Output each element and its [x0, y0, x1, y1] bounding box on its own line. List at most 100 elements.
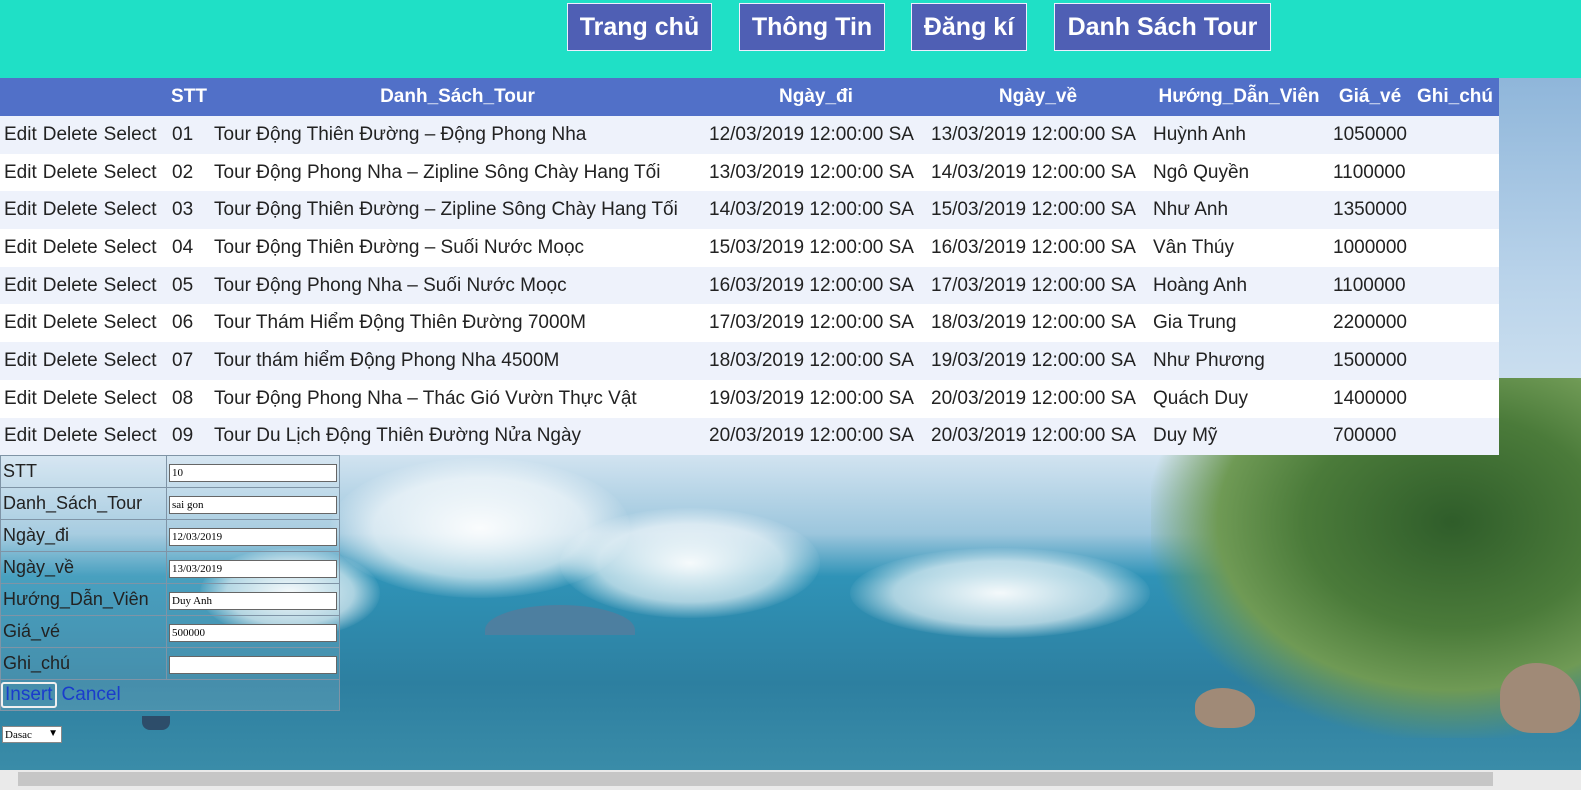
cell-note	[1411, 153, 1499, 192]
field-label-return-date: Ngày_về	[0, 551, 167, 584]
cell-note	[1411, 417, 1499, 456]
cell-tour-name: Tour Động Thiên Đường – Suối Nước Moọc	[210, 229, 705, 267]
cell-guide: Hoàng Anh	[1149, 266, 1329, 305]
delete-link[interactable]: Delete	[43, 275, 98, 297]
cell-stt: 04	[168, 229, 210, 267]
edit-link[interactable]: Edit	[4, 199, 37, 221]
header-price[interactable]: Giá_vé	[1329, 78, 1411, 116]
delete-link[interactable]: Delete	[43, 124, 98, 146]
table-row: Edit Delete Select 05 Tour Động Phong Nha …	[0, 266, 1499, 305]
table-row: Edit Delete Select 03 Tour Động Thiên Đườn…	[0, 191, 1499, 230]
cell-stt: 06	[168, 304, 210, 343]
insert-link[interactable]: Insert	[1, 682, 57, 708]
cell-stt: 05	[168, 266, 210, 305]
cell-departure-date: 13/03/2019 12:00:00 SA	[705, 153, 927, 192]
select-link[interactable]: Select	[104, 425, 157, 447]
guide-input[interactable]	[169, 591, 337, 610]
nav-tour-list-button[interactable]: Danh Sách Tour	[1054, 3, 1271, 51]
delete-link[interactable]: Delete	[43, 425, 98, 447]
nav-info-button[interactable]: Thông Tin	[739, 3, 885, 51]
delete-link[interactable]: Delete	[43, 312, 98, 334]
select-link[interactable]: Select	[104, 275, 157, 297]
select-link[interactable]: Select	[104, 162, 157, 184]
price-input[interactable]	[169, 623, 337, 642]
select-link[interactable]: Select	[104, 124, 157, 146]
select-link[interactable]: Select	[104, 237, 157, 259]
header-note[interactable]: Ghi_chú	[1411, 78, 1499, 116]
nav-register-button[interactable]: Đăng kí	[911, 3, 1027, 51]
delete-link[interactable]: Delete	[43, 388, 98, 410]
top-navigation-bar: Trang chủ Thông Tin Đăng kí Danh Sách To…	[0, 0, 1581, 78]
table-row: Edit Delete Select 01 Tour Động Thiên Đườn…	[0, 116, 1499, 154]
field-label-tour-name: Danh_Sách_Tour	[0, 487, 167, 520]
note-input[interactable]	[169, 655, 337, 674]
header-departure-date[interactable]: Ngày_đi	[705, 78, 927, 116]
edit-link[interactable]: Edit	[4, 350, 37, 372]
cancel-link[interactable]: Cancel	[62, 684, 121, 705]
table-row: Edit Delete Select 04 Tour Động Thiên Đườn…	[0, 229, 1499, 267]
delete-link[interactable]: Delete	[43, 199, 98, 221]
cell-guide: Quách Duy	[1149, 379, 1329, 418]
cell-stt: 02	[168, 153, 210, 192]
edit-link[interactable]: Edit	[4, 162, 37, 184]
cell-note	[1411, 304, 1499, 343]
cell-price: 1350000	[1329, 191, 1411, 230]
cell-guide: Như Anh	[1149, 191, 1329, 230]
cell-return-date: 20/03/2019 12:00:00 SA	[927, 417, 1149, 456]
departure-date-input[interactable]	[169, 527, 337, 546]
dropdown-selected-value: Dasac	[5, 728, 32, 741]
header-return-date[interactable]: Ngày_về	[927, 78, 1149, 116]
delete-link[interactable]: Delete	[43, 162, 98, 184]
tour-name-input[interactable]	[169, 495, 337, 514]
insert-form: STT Danh_Sách_Tour Ngày_đi Ngày_về Hướng…	[0, 455, 340, 711]
select-link[interactable]: Select	[104, 312, 157, 334]
table-row: Edit Delete Select 07 Tour thám hiểm Động …	[0, 342, 1499, 380]
scrollbar-thumb[interactable]	[18, 772, 1493, 786]
delete-link[interactable]: Delete	[43, 237, 98, 259]
return-date-input[interactable]	[169, 559, 337, 578]
field-label-stt: STT	[0, 455, 167, 488]
select-link[interactable]: Select	[104, 350, 157, 372]
edit-link[interactable]: Edit	[4, 237, 37, 259]
table-row: Edit Delete Select 02 Tour Động Phong Nha …	[0, 153, 1499, 192]
header-commands	[0, 78, 168, 116]
field-label-note: Ghi_chú	[0, 647, 167, 680]
cell-note	[1411, 191, 1499, 230]
cell-tour-name: Tour Du Lịch Động Thiên Đường Nửa Ngày	[210, 417, 705, 456]
table-row: Edit Delete Select 09 Tour Du Lịch Động Th…	[0, 417, 1499, 456]
delete-link[interactable]: Delete	[43, 350, 98, 372]
cell-departure-date: 18/03/2019 12:00:00 SA	[705, 342, 927, 380]
edit-link[interactable]: Edit	[4, 388, 37, 410]
header-guide[interactable]: Hướng_Dẫn_Viên	[1149, 78, 1329, 116]
cell-return-date: 16/03/2019 12:00:00 SA	[927, 229, 1149, 267]
stt-input[interactable]	[169, 463, 337, 482]
edit-link[interactable]: Edit	[4, 275, 37, 297]
tour-dropdown[interactable]: Dasac ▼	[2, 726, 62, 743]
cell-return-date: 18/03/2019 12:00:00 SA	[927, 304, 1149, 343]
cell-tour-name: Tour Động Phong Nha – Suối Nước Moọc	[210, 266, 705, 305]
cell-departure-date: 16/03/2019 12:00:00 SA	[705, 266, 927, 305]
cell-price: 1100000	[1329, 153, 1411, 192]
edit-link[interactable]: Edit	[4, 124, 37, 146]
cell-price: 2200000	[1329, 304, 1411, 343]
header-stt[interactable]: STT	[168, 78, 210, 116]
select-link[interactable]: Select	[104, 199, 157, 221]
edit-link[interactable]: Edit	[4, 312, 37, 334]
cell-departure-date: 15/03/2019 12:00:00 SA	[705, 229, 927, 267]
cell-tour-name: Tour Động Phong Nha – Thác Gió Vườn Thực…	[210, 379, 705, 418]
header-tour-name[interactable]: Danh_Sách_Tour	[210, 78, 705, 116]
grid-header-row: STT Danh_Sách_Tour Ngày_đi Ngày_về Hướng…	[0, 78, 1499, 116]
cell-return-date: 17/03/2019 12:00:00 SA	[927, 266, 1149, 305]
cell-stt: 09	[168, 417, 210, 456]
cell-tour-name: Tour Động Thiên Đường – Động Phong Nha	[210, 116, 705, 154]
cell-return-date: 20/03/2019 12:00:00 SA	[927, 379, 1149, 418]
cell-price: 1050000	[1329, 116, 1411, 154]
edit-link[interactable]: Edit	[4, 425, 37, 447]
cell-price: 1100000	[1329, 266, 1411, 305]
nav-home-button[interactable]: Trang chủ	[567, 3, 712, 51]
cell-tour-name: Tour thám hiểm Động Phong Nha 4500M	[210, 342, 705, 380]
field-label-departure-date: Ngày_đi	[0, 519, 167, 552]
cell-tour-name: Tour Thám Hiểm Động Thiên Đường 7000M	[210, 304, 705, 343]
cell-return-date: 14/03/2019 12:00:00 SA	[927, 153, 1149, 192]
select-link[interactable]: Select	[104, 388, 157, 410]
